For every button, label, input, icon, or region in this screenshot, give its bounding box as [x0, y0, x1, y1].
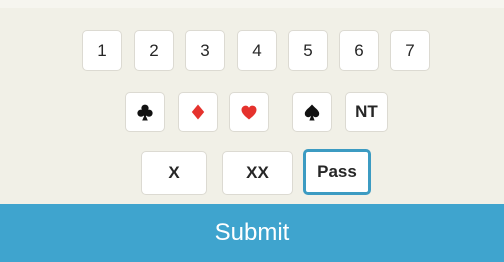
- diamonds-icon: [191, 104, 205, 120]
- level-7-button[interactable]: 7: [390, 30, 430, 71]
- level-label: 6: [354, 40, 364, 60]
- hearts-icon: [241, 105, 257, 120]
- hearts-button[interactable]: [229, 92, 269, 132]
- redouble-button[interactable]: XX: [222, 151, 293, 195]
- clubs-icon: [137, 104, 153, 121]
- level-label: 2: [149, 40, 159, 60]
- submit-label: Submit: [214, 219, 290, 246]
- level-1-button[interactable]: 1: [82, 30, 122, 71]
- notrump-label: NT: [355, 102, 378, 121]
- pass-label: Pass: [317, 162, 357, 181]
- level-5-button[interactable]: 5: [288, 30, 328, 71]
- level-label: 3: [200, 40, 210, 60]
- spades-icon: [304, 104, 320, 121]
- level-label: 5: [303, 40, 313, 60]
- top-band: [0, 0, 504, 8]
- level-4-button[interactable]: 4: [237, 30, 277, 71]
- level-6-button[interactable]: 6: [339, 30, 379, 71]
- bidding-box: 1 2 3 4 5 6 7 NT X XX Pass: [0, 8, 504, 204]
- notrump-button[interactable]: NT: [345, 92, 388, 132]
- diamonds-button[interactable]: [178, 92, 218, 132]
- redouble-label: XX: [246, 163, 269, 182]
- double-label: X: [168, 163, 180, 182]
- spades-button[interactable]: [292, 92, 332, 132]
- level-label: 1: [97, 40, 107, 60]
- level-label: 7: [405, 40, 415, 60]
- submit-button[interactable]: Submit: [0, 204, 504, 262]
- level-3-button[interactable]: 3: [185, 30, 225, 71]
- level-label: 4: [252, 40, 262, 60]
- double-button[interactable]: X: [141, 151, 207, 195]
- level-2-button[interactable]: 2: [134, 30, 174, 71]
- clubs-button[interactable]: [125, 92, 165, 132]
- pass-button[interactable]: Pass: [303, 149, 371, 195]
